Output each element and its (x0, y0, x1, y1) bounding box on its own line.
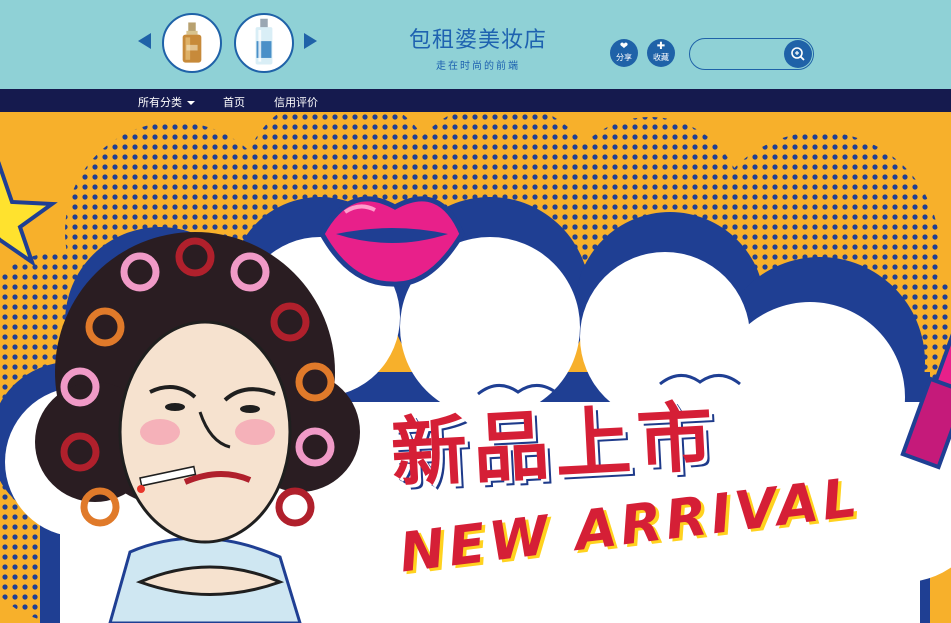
plus-icon: ✚ (656, 41, 666, 52)
shop-slogan: 走在时尚的前端 (436, 61, 520, 72)
new-arrival-banner[interactable]: 新品上市 NEW ARRIVAL (0, 112, 951, 623)
nav-reviews[interactable]: 信用评价 (274, 94, 318, 110)
product-thumbnail-lotion[interactable] (234, 13, 294, 73)
search-box (689, 38, 814, 70)
star-icon (0, 161, 58, 268)
banner-headline: 新品上市 (388, 391, 722, 498)
search-input[interactable] (700, 45, 780, 65)
collect-button[interactable]: ✚ 收藏 (647, 39, 675, 67)
nav-all-categories[interactable]: 所有分类 (138, 94, 195, 110)
shop-header: 包租婆美妆店 走在时尚的前端 ❤ 分享 ✚ 收藏 (0, 0, 951, 89)
collect-label: 收藏 (653, 53, 669, 62)
nav-home[interactable]: 首页 (223, 94, 245, 110)
caret-down-icon (187, 101, 195, 105)
search-button[interactable] (784, 40, 812, 68)
nav-all-categories-label: 所有分类 (138, 96, 182, 109)
lotion-bottle-icon (255, 18, 273, 65)
main-nav: 所有分类 首页 信用评价 (0, 89, 951, 112)
product-thumbnail-serum[interactable] (162, 13, 222, 73)
shop-name: 包租婆美妆店 (408, 28, 547, 53)
serum-bottle-icon (182, 22, 202, 63)
arrow-left-icon[interactable] (138, 33, 151, 49)
arrow-right-icon[interactable] (304, 33, 317, 49)
share-label: 分享 (616, 53, 632, 62)
search-icon (791, 47, 805, 61)
share-button[interactable]: ❤ 分享 (610, 39, 638, 67)
heart-icon: ❤ (619, 41, 629, 52)
